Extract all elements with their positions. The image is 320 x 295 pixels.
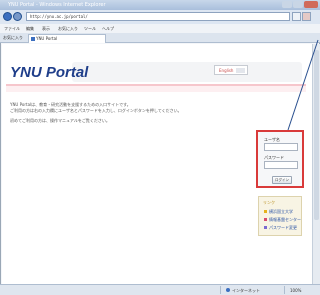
maximize-icon[interactable] bbox=[293, 1, 303, 8]
status-bar: インターネット 100% bbox=[0, 284, 320, 295]
favorites-button[interactable]: お気に入り bbox=[3, 35, 23, 41]
address-bar-row: http://ynu.ac.jp/portal/ bbox=[0, 10, 320, 24]
tab-label: YNU Portal bbox=[36, 36, 58, 41]
browser-window: YNU Portal - Windows Internet Explorer h… bbox=[0, 0, 320, 295]
menu-tools[interactable]: ツール bbox=[84, 26, 96, 32]
intro-text-3: 初めてご利用の方は、操作マニュアルをご覧ください。 bbox=[10, 118, 110, 123]
link-item[interactable]: 横浜国立大学 bbox=[264, 209, 293, 215]
stop-icon[interactable] bbox=[302, 12, 311, 21]
tab-row: お気に入り YNU Portal bbox=[0, 33, 320, 43]
minimize-icon[interactable] bbox=[282, 1, 292, 8]
menu-favorites[interactable]: お気に入り bbox=[58, 26, 78, 32]
status-separator bbox=[284, 286, 285, 294]
title-bar: YNU Portal - Windows Internet Explorer bbox=[0, 0, 320, 10]
menu-file[interactable]: ファイル bbox=[4, 26, 20, 32]
link-item[interactable]: 情報基盤センター bbox=[264, 217, 301, 223]
username-input[interactable] bbox=[264, 143, 298, 151]
back-button[interactable] bbox=[3, 12, 12, 21]
menu-view[interactable]: 表示 bbox=[42, 26, 50, 32]
header-banner bbox=[72, 62, 302, 82]
language-select[interactable]: English bbox=[214, 65, 248, 75]
refresh-icon[interactable] bbox=[292, 12, 301, 21]
forward-button[interactable] bbox=[13, 12, 22, 21]
language-label: English bbox=[219, 68, 234, 73]
status-separator bbox=[220, 286, 221, 294]
address-input[interactable]: http://ynu.ac.jp/portal/ bbox=[26, 12, 290, 21]
menu-bar: ファイル 編集 表示 お気に入り ツール ヘルプ bbox=[0, 24, 320, 33]
link-item[interactable]: パスワード変更 bbox=[264, 225, 297, 231]
dropdown-icon bbox=[236, 68, 245, 73]
bullet-icon bbox=[264, 210, 267, 213]
status-zone: インターネット bbox=[232, 288, 260, 293]
bullet-icon bbox=[264, 218, 267, 221]
close-icon[interactable] bbox=[304, 1, 318, 8]
links-title: リンク bbox=[263, 200, 275, 205]
menu-help[interactable]: ヘルプ bbox=[102, 26, 114, 32]
bullet-icon bbox=[264, 226, 267, 229]
login-button[interactable]: ログイン bbox=[272, 176, 292, 184]
login-panel: ユーザ名 パスワード ログイン bbox=[256, 130, 304, 188]
header-shadow bbox=[6, 86, 306, 92]
page-content: YNU Portal English YNU Portalは、教育・研究活動を支… bbox=[2, 44, 312, 284]
zoom-level[interactable]: 100% bbox=[290, 288, 301, 293]
vertical-scrollbar[interactable] bbox=[312, 44, 320, 284]
intro-text-2: ご利用の方は右の入力欄にユーザ名とパスワードを入力し、ログインボタンを押してくだ… bbox=[10, 108, 182, 113]
menu-edit[interactable]: 編集 bbox=[26, 26, 34, 32]
links-panel: リンク 横浜国立大学 情報基盤センター パスワード変更 bbox=[258, 196, 302, 236]
internet-zone-icon bbox=[226, 288, 230, 292]
page-icon bbox=[31, 37, 35, 41]
scroll-thumb[interactable] bbox=[314, 50, 319, 220]
tab-ynu-portal[interactable]: YNU Portal bbox=[28, 34, 106, 43]
portal-logo: YNU Portal bbox=[10, 64, 89, 81]
window-title: YNU Portal - Windows Internet Explorer bbox=[8, 2, 106, 8]
password-input[interactable] bbox=[264, 161, 298, 169]
